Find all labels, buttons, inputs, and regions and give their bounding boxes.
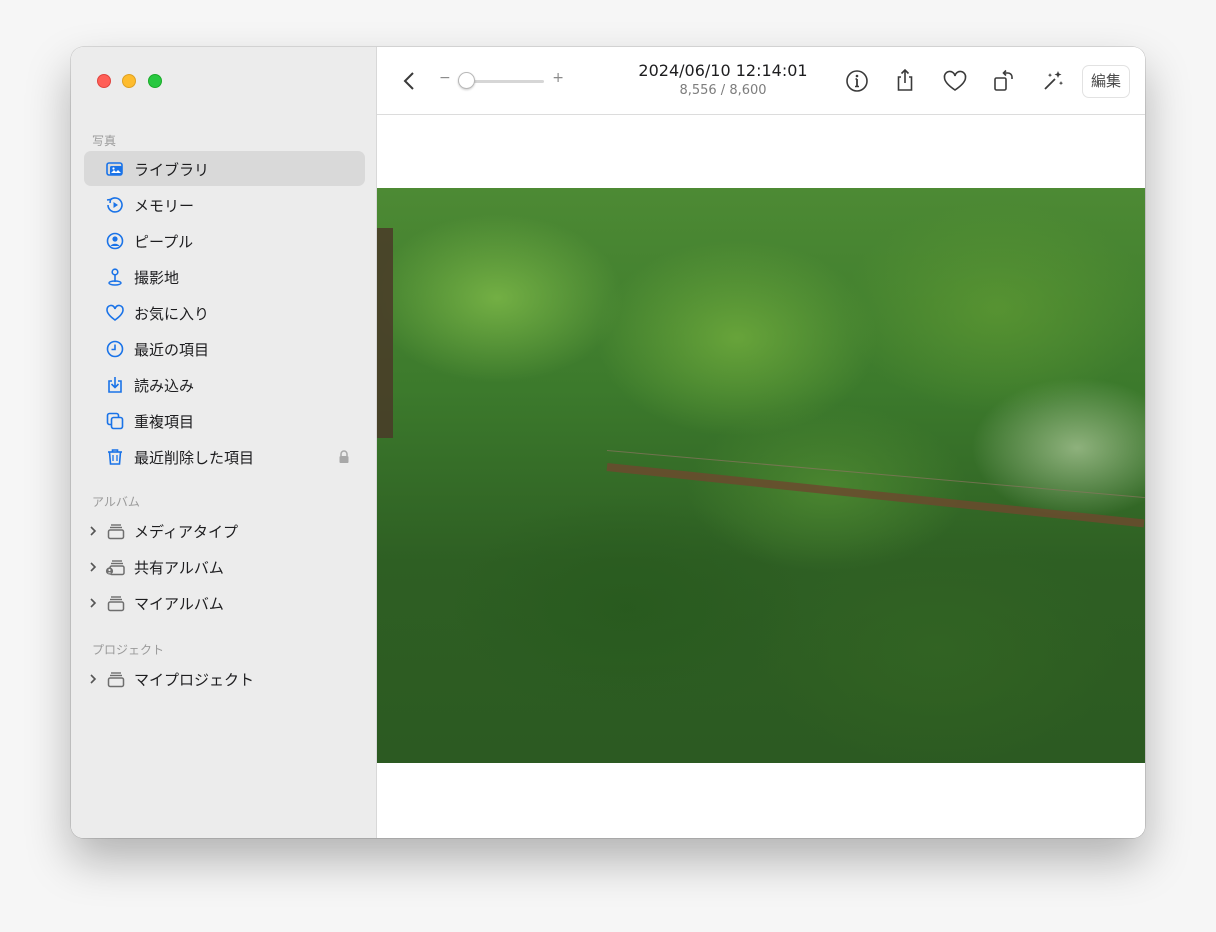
sidebar-item-library[interactable]: ライブラリ (84, 151, 365, 186)
minimize-window-button[interactable] (122, 74, 136, 88)
sidebar-item-label: 最近削除した項目 (134, 449, 255, 467)
photo-date: 2024/06/10 12:14:01 (638, 61, 808, 80)
sidebar-group-my-projects[interactable]: マイプロジェクト (84, 661, 365, 696)
sidebar-item-label: お気に入り (134, 305, 210, 323)
sidebar: 写真 ライブラリ メモリー ピープル 撮影地 お気に入り 最近の項目 読み込み … (71, 47, 377, 838)
lock-icon (339, 450, 349, 463)
clock-icon (106, 340, 124, 358)
toolbar: − + 2024/06/10 12:14:01 8,556 / 8,600 編集 (377, 47, 1145, 115)
zoom-in-label: + (552, 70, 564, 86)
album-stack-icon (107, 596, 125, 612)
zoom-slider[interactable]: − + (439, 70, 564, 90)
sidebar-item-label: マイプロジェクト (134, 671, 255, 689)
sidebar-item-places[interactable]: 撮影地 (84, 259, 365, 294)
close-window-button[interactable] (97, 74, 111, 88)
zoom-slider-thumb[interactable] (458, 72, 475, 89)
chevron-right-icon[interactable] (88, 560, 98, 574)
sidebar-item-label: 撮影地 (134, 269, 180, 287)
sidebar-item-label: ライブラリ (134, 161, 210, 179)
sidebar-group-media-types[interactable]: メディアタイプ (84, 513, 365, 548)
album-stack-icon (107, 524, 125, 540)
photo-tree-trunk (377, 228, 393, 438)
duplicates-icon (106, 412, 124, 430)
chevron-right-icon[interactable] (88, 672, 98, 686)
chevron-right-icon[interactable] (88, 596, 98, 610)
sidebar-item-favorites[interactable]: お気に入り (84, 295, 365, 330)
favorite-icon[interactable] (940, 66, 970, 96)
rotate-icon[interactable] (989, 66, 1019, 96)
sidebar-item-imports[interactable]: 読み込み (84, 367, 365, 402)
sidebar-item-label: ピープル (134, 233, 194, 251)
back-icon[interactable] (395, 66, 425, 96)
info-icon[interactable] (842, 66, 872, 96)
chevron-right-icon[interactable] (88, 524, 98, 538)
sidebar-item-label: 重複項目 (134, 413, 195, 431)
sidebar-item-label: マイアルバム (134, 595, 224, 613)
trash-icon (108, 449, 122, 465)
people-icon (106, 232, 124, 250)
photo-viewer (377, 116, 1145, 838)
section-title-projects: プロジェクト (92, 643, 165, 657)
share-icon[interactable] (890, 66, 920, 96)
sidebar-item-recently-deleted[interactable]: 最近削除した項目 (84, 439, 365, 474)
heart-icon (106, 304, 124, 321)
enhance-icon[interactable] (1038, 66, 1068, 96)
memories-icon (106, 197, 123, 213)
sidebar-item-label: メディアタイプ (134, 523, 238, 541)
photo-count: 8,556 / 8,600 (679, 83, 767, 98)
edit-button[interactable]: 編集 (1082, 65, 1130, 98)
sidebar-item-recents[interactable]: 最近の項目 (84, 331, 365, 366)
sidebar-item-label: 共有アルバム (134, 559, 224, 577)
zoom-out-label: − (439, 70, 451, 86)
album-stack-icon (107, 672, 125, 688)
sidebar-item-memories[interactable]: メモリー (84, 187, 365, 222)
zoom-window-button[interactable] (148, 74, 162, 88)
sidebar-item-duplicates[interactable]: 重複項目 (84, 403, 365, 438)
import-icon (108, 377, 122, 393)
sidebar-item-label: メモリー (134, 197, 195, 215)
places-icon (108, 268, 122, 286)
section-title-photos: 写真 (92, 134, 117, 148)
sidebar-item-people[interactable]: ピープル (84, 223, 365, 258)
sidebar-group-shared-albums[interactable]: 共有アルバム (84, 549, 365, 584)
sidebar-group-my-albums[interactable]: マイアルバム (84, 585, 365, 620)
section-title-albums: アルバム (92, 495, 140, 509)
sidebar-item-label: 最近の項目 (134, 341, 210, 359)
sidebar-item-label: 読み込み (134, 377, 195, 395)
photo-image[interactable] (377, 188, 1145, 763)
photos-window: 写真 ライブラリ メモリー ピープル 撮影地 お気に入り 最近の項目 読み込み … (71, 47, 1145, 838)
shared-album-icon (105, 560, 125, 576)
library-icon (106, 162, 123, 176)
